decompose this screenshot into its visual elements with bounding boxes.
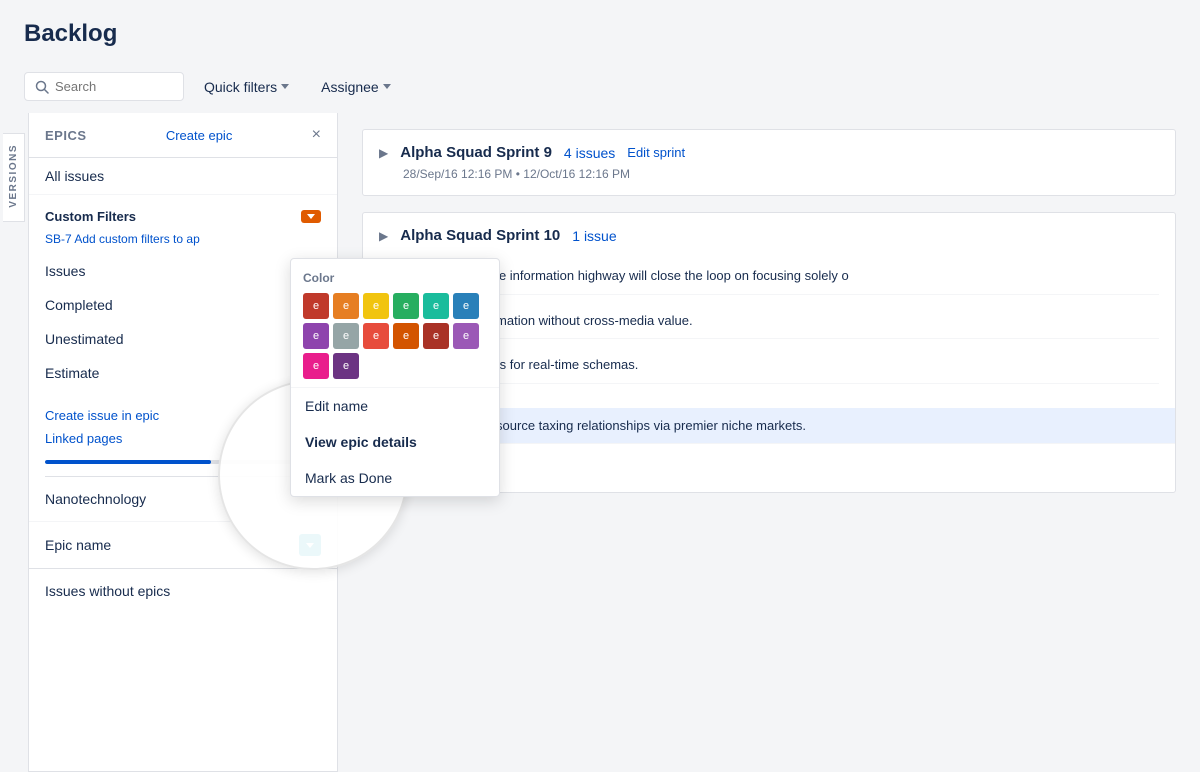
sprint-section-9: ▶ Alpha Squad Sprint 9 4 issues Edit spr… <box>362 129 1176 196</box>
close-button[interactable]: × <box>312 127 321 143</box>
custom-filters-header: Custom Filters <box>45 209 321 224</box>
assignee-button[interactable]: Assignee <box>309 73 403 101</box>
stat-row-estimate: Estimate 5 <box>45 356 321 390</box>
color-swatch[interactable]: e <box>393 293 419 319</box>
stat-row-issues: Issues 2 <box>45 254 321 288</box>
stat-row-completed: Completed 1 <box>45 288 321 322</box>
chevron-down-icon <box>307 214 315 219</box>
color-swatch[interactable]: e <box>363 293 389 319</box>
custom-filters-dropdown-button[interactable] <box>301 210 321 223</box>
epics-header: EPICS Create epic × <box>29 113 337 158</box>
sprint-dates-9: 28/Sep/16 12:16 PM • 12/Oct/16 12:16 PM <box>403 167 1159 181</box>
search-icon <box>35 80 49 94</box>
stat-label-estimate: Estimate <box>45 365 99 381</box>
filter-link: SB-7 Add custom filters to ap <box>45 232 321 246</box>
sprint-edit-link-9[interactable]: Edit sprint <box>627 145 685 160</box>
custom-filters-title: Custom Filters <box>45 209 136 224</box>
filter-link-anchor[interactable]: SB-7 Add custom filters to ap <box>45 232 200 246</box>
sprint-expand-icon-10[interactable]: ▶ <box>379 229 388 243</box>
chevron-down-icon <box>306 543 314 548</box>
create-epic-link[interactable]: Create epic <box>166 128 232 143</box>
color-swatches: e e e e e e e e e e e e e e <box>303 293 487 379</box>
epic-name-section: Epic name <box>29 522 337 568</box>
create-issue-in-epic-link[interactable]: Create issue in epic <box>45 406 321 425</box>
color-swatch[interactable]: e <box>333 353 359 379</box>
linked-pages-link[interactable]: Linked pages <box>45 429 321 448</box>
color-swatch[interactable]: e <box>453 293 479 319</box>
sprint-name-10: Alpha Squad Sprint 10 <box>400 227 560 244</box>
context-menu: Color e e e e e e e e e e e e e <box>290 258 500 497</box>
toolbar: Quick filters Assignee <box>0 72 1200 113</box>
quick-filters-button[interactable]: Quick filters <box>192 73 301 101</box>
chevron-down-icon <box>383 84 391 89</box>
all-issues-item[interactable]: All issues <box>29 158 337 195</box>
color-swatch[interactable]: e <box>303 323 329 349</box>
search-input[interactable] <box>55 79 173 94</box>
chevron-down-icon <box>281 84 289 89</box>
sprint-issue-count-9: 4 issues <box>564 145 615 161</box>
color-swatch[interactable]: e <box>303 353 329 379</box>
stat-label-issues: Issues <box>45 263 85 279</box>
stat-label-completed: Completed <box>45 297 113 313</box>
search-box[interactable] <box>24 72 184 101</box>
menu-item-mark-as-done[interactable]: Mark as Done <box>291 460 499 496</box>
menu-item-edit-name[interactable]: Edit name <box>291 388 499 424</box>
sprint-header-9: ▶ Alpha Squad Sprint 9 4 issues Edit spr… <box>379 144 1159 161</box>
color-section: Color e e e e e e e e e e e e e <box>291 259 499 388</box>
color-swatch[interactable]: e <box>393 323 419 349</box>
sprint-issue-count-10: 1 issue <box>572 228 616 244</box>
color-section-label: Color <box>303 271 487 285</box>
color-swatch[interactable]: e <box>423 323 449 349</box>
progress-bar-fill <box>45 460 211 464</box>
epic-name-label: Epic name <box>45 537 111 553</box>
sprint-expand-icon[interactable]: ▶ <box>379 146 388 160</box>
color-swatch[interactable]: e <box>423 293 449 319</box>
page-title: Backlog <box>24 20 1176 48</box>
color-swatch[interactable]: e <box>333 293 359 319</box>
epics-title: EPICS <box>45 128 87 143</box>
progress-bar-track <box>45 460 321 464</box>
stat-label-unestimated: Unestimated <box>45 331 124 347</box>
color-swatch[interactable]: e <box>303 293 329 319</box>
issues-without-epics-item[interactable]: Issues without epics <box>29 569 337 613</box>
versions-sidebar: VERSIONS <box>0 113 28 772</box>
sprint-name-9: Alpha Squad Sprint 9 <box>400 144 552 161</box>
color-swatch[interactable]: e <box>363 323 389 349</box>
sprint-header-10: ▶ Alpha Squad Sprint 10 1 issue <box>379 227 1159 244</box>
epic-name-dropdown-button[interactable] <box>299 534 321 556</box>
stat-row-unestimated: Unestimated 0 <box>45 322 321 356</box>
versions-tab[interactable]: VERSIONS <box>3 133 25 222</box>
color-swatch[interactable]: e <box>453 323 479 349</box>
menu-item-view-epic-details[interactable]: View epic details <box>291 424 499 460</box>
color-swatch[interactable]: e <box>333 323 359 349</box>
